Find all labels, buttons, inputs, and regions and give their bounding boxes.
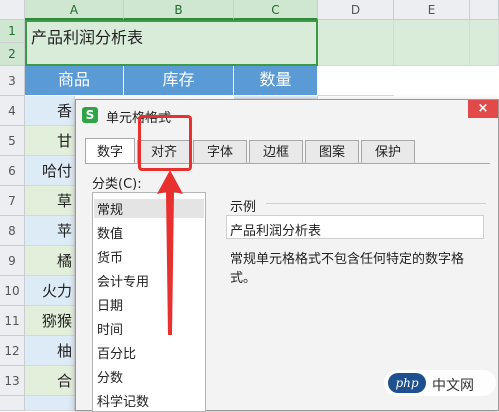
cell-a12[interactable]: 柚: [25, 336, 75, 366]
column-header-b[interactable]: B: [124, 0, 234, 20]
row-header-8[interactable]: 8: [0, 216, 25, 246]
cell-a6[interactable]: 哈付: [25, 156, 75, 186]
select-all-corner[interactable]: [0, 0, 25, 20]
row-header-10[interactable]: 10: [0, 276, 25, 306]
row-header-6[interactable]: 6: [0, 156, 25, 186]
header-cell-quantity[interactable]: 数量: [234, 66, 318, 96]
column-header-a[interactable]: A: [25, 0, 124, 20]
cell-a11[interactable]: 猕猴: [25, 306, 75, 336]
row-header-9[interactable]: 9: [0, 246, 25, 276]
category-label: 分类(C):: [92, 177, 142, 192]
category-item-currency[interactable]: 货币: [97, 247, 123, 266]
cell-e-top: [394, 66, 499, 99]
row-header-14[interactable]: [0, 396, 25, 411]
annotation-arrow-icon: [157, 170, 183, 335]
category-item-percentage[interactable]: 百分比: [97, 343, 136, 362]
category-item-fraction[interactable]: 分数: [97, 367, 123, 386]
category-description: 常规单元格格式不包含任何特定的数字格式。: [230, 252, 465, 286]
column-header-e[interactable]: E: [394, 0, 470, 20]
category-item-accounting[interactable]: 会计专用: [97, 271, 149, 290]
cell-a5[interactable]: 甘: [25, 126, 75, 156]
row-header-5[interactable]: 5: [0, 126, 25, 156]
cell-a9[interactable]: 橘: [25, 246, 75, 276]
tab-font[interactable]: 字体: [193, 140, 247, 164]
title-cell-text: 产品利润分析表: [31, 28, 144, 47]
php-logo-icon: php: [388, 373, 426, 393]
tab-border[interactable]: 边框: [249, 140, 303, 164]
cell-a10[interactable]: 火力: [25, 276, 75, 306]
tab-pattern[interactable]: 图案: [305, 140, 359, 164]
annotation-highlight-box: [138, 115, 192, 171]
sample-preview: 产品利润分析表: [226, 215, 484, 239]
merged-title-cell[interactable]: 产品利润分析表: [25, 20, 318, 66]
header-cell-product[interactable]: 商品: [25, 66, 124, 96]
row-header-7[interactable]: 7: [0, 186, 25, 216]
watermark: php 中文网: [384, 370, 496, 396]
cell-a7[interactable]: 草: [25, 186, 75, 216]
column-header-d[interactable]: D: [318, 0, 394, 20]
category-list[interactable]: 常规 数值 货币 会计专用 日期 时间 百分比 分数 科学记数: [92, 192, 206, 412]
cell-f1[interactable]: [470, 20, 499, 66]
cell-a8[interactable]: 苹: [25, 216, 75, 246]
wps-logo-icon: S: [82, 107, 98, 123]
close-icon[interactable]: ×: [468, 100, 498, 118]
column-header-c[interactable]: C: [234, 0, 318, 20]
row-header-11[interactable]: 11: [0, 306, 25, 336]
row-header-2[interactable]: 2: [0, 43, 25, 66]
cell-e1[interactable]: [394, 20, 470, 66]
tab-protection[interactable]: 保护: [361, 140, 415, 164]
cell-a13[interactable]: 合: [25, 366, 75, 396]
sample-value: 产品利润分析表: [230, 224, 322, 239]
category-item-general[interactable]: 常规: [94, 199, 204, 218]
tab-number[interactable]: 数字: [85, 138, 135, 164]
category-item-number[interactable]: 数值: [97, 223, 123, 242]
column-header-f[interactable]: [470, 0, 499, 20]
column-header-row: A B C D E: [0, 0, 499, 20]
cell-a4[interactable]: 香: [25, 96, 75, 126]
watermark-text: 中文网: [432, 378, 474, 394]
cell-a14[interactable]: [25, 396, 75, 411]
row-header-3[interactable]: 3: [0, 66, 25, 96]
row-header-1[interactable]: 1: [0, 20, 25, 43]
header-cell-stock[interactable]: 库存: [124, 66, 234, 96]
cell-d1[interactable]: [318, 20, 394, 66]
sample-label: 示例: [230, 200, 257, 215]
row-header-12[interactable]: 12: [0, 336, 25, 366]
row-header-4[interactable]: 4: [0, 96, 25, 126]
category-item-date[interactable]: 日期: [97, 295, 123, 314]
category-item-scientific[interactable]: 科学记数: [97, 391, 149, 410]
row-header-13[interactable]: 13: [0, 366, 25, 396]
category-item-time[interactable]: 时间: [97, 319, 123, 338]
sample-group-line: [266, 203, 486, 204]
